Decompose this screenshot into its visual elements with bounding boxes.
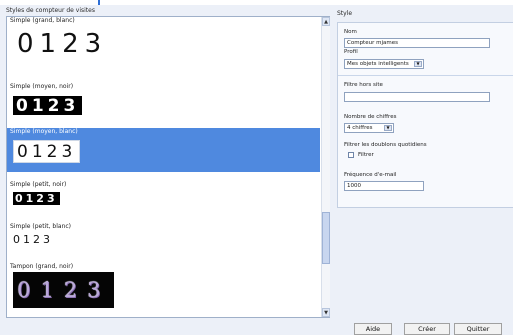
list-item-label: Simple (petit, blanc)	[10, 223, 72, 230]
scroll-up-arrow-icon[interactable]: ▲	[322, 17, 330, 26]
top-indicator	[98, 0, 100, 5]
list-item-simple-small-black[interactable]: Simple (petit, noir) 0123	[7, 181, 320, 215]
nombre-chiffres-label: Nombre de chiffres	[344, 114, 397, 120]
style-form-panel: Nom Compteur mjames Profil Mes objets in…	[337, 22, 513, 208]
filtre-hors-site-input[interactable]	[344, 92, 490, 102]
email-frequency-label: Fréquence d'e-mail	[344, 172, 397, 178]
list-item-label: Tampon (grand, noir)	[10, 263, 74, 270]
email-frequency-input[interactable]: 1000	[344, 181, 424, 191]
counter-preview-small-white: 0123	[13, 233, 53, 246]
list-item-label: Simple (grand, blanc)	[10, 17, 75, 24]
counter-preview-large-white: 0123	[17, 29, 108, 59]
top-strip	[0, 0, 513, 5]
profil-select[interactable]: Mes objets intelligents ▼	[344, 59, 424, 69]
doublons-label: Filtrer les doublons quotidiens	[344, 142, 427, 148]
list-item-stamp-large-black[interactable]: Tampon (grand, noir) 0123	[7, 263, 320, 317]
list-item-simple-medium-black[interactable]: Simple (moyen, noir) 0123	[7, 83, 320, 127]
counter-preview-medium-black: 0123	[13, 96, 83, 116]
list-item-label: Simple (moyen, noir)	[10, 83, 74, 90]
list-item-simple-medium-white[interactable]: Simple (moyen, blanc) 0123	[7, 128, 320, 172]
list-item-label: Simple (moyen, blanc)	[10, 128, 78, 135]
counter-preview-small-black: 0123	[13, 192, 60, 205]
chevron-down-icon[interactable]: ▼	[414, 61, 422, 67]
list-item-simple-large-white[interactable]: Simple (grand, blanc) 0123	[7, 17, 320, 82]
profil-label: Profil	[344, 49, 358, 55]
section-divider	[338, 75, 513, 76]
nom-input[interactable]: Compteur mjames	[344, 38, 490, 48]
counter-preview-medium-white: 0123	[13, 140, 81, 163]
style-heading: Style	[337, 10, 353, 17]
counter-preview-stamp: 0123	[13, 272, 115, 308]
nombre-chiffres-value: 4 chiffres	[347, 125, 373, 131]
chevron-down-icon[interactable]: ▼	[384, 125, 392, 131]
nombre-chiffres-select[interactable]: 4 chiffres ▼	[344, 123, 394, 133]
profil-select-value: Mes objets intelligents	[347, 61, 409, 67]
scroll-down-arrow-icon[interactable]: ▼	[322, 308, 330, 317]
vertical-scrollbar[interactable]: ▲ ▼	[321, 17, 330, 317]
filtrer-checkbox[interactable]	[348, 152, 354, 158]
counter-styles-list: Simple (grand, blanc) 0123 Simple (moyen…	[6, 16, 330, 318]
filtre-hors-site-label: Filtre hors site	[344, 82, 383, 88]
filtrer-checkbox-label: Filtrer	[358, 152, 374, 158]
list-item-simple-small-white[interactable]: Simple (petit, blanc) 0123	[7, 223, 320, 257]
list-viewport: Simple (grand, blanc) 0123 Simple (moyen…	[7, 17, 320, 317]
creer-button[interactable]: Créer	[404, 323, 450, 335]
scrollbar-thumb[interactable]	[322, 212, 330, 264]
list-item-label: Simple (petit, noir)	[10, 181, 67, 188]
nom-label: Nom	[344, 29, 357, 35]
quitter-button[interactable]: Quitter	[454, 323, 502, 335]
counter-styles-heading: Styles de compteur de visites	[6, 7, 95, 14]
aide-button[interactable]: Aide	[354, 323, 392, 335]
